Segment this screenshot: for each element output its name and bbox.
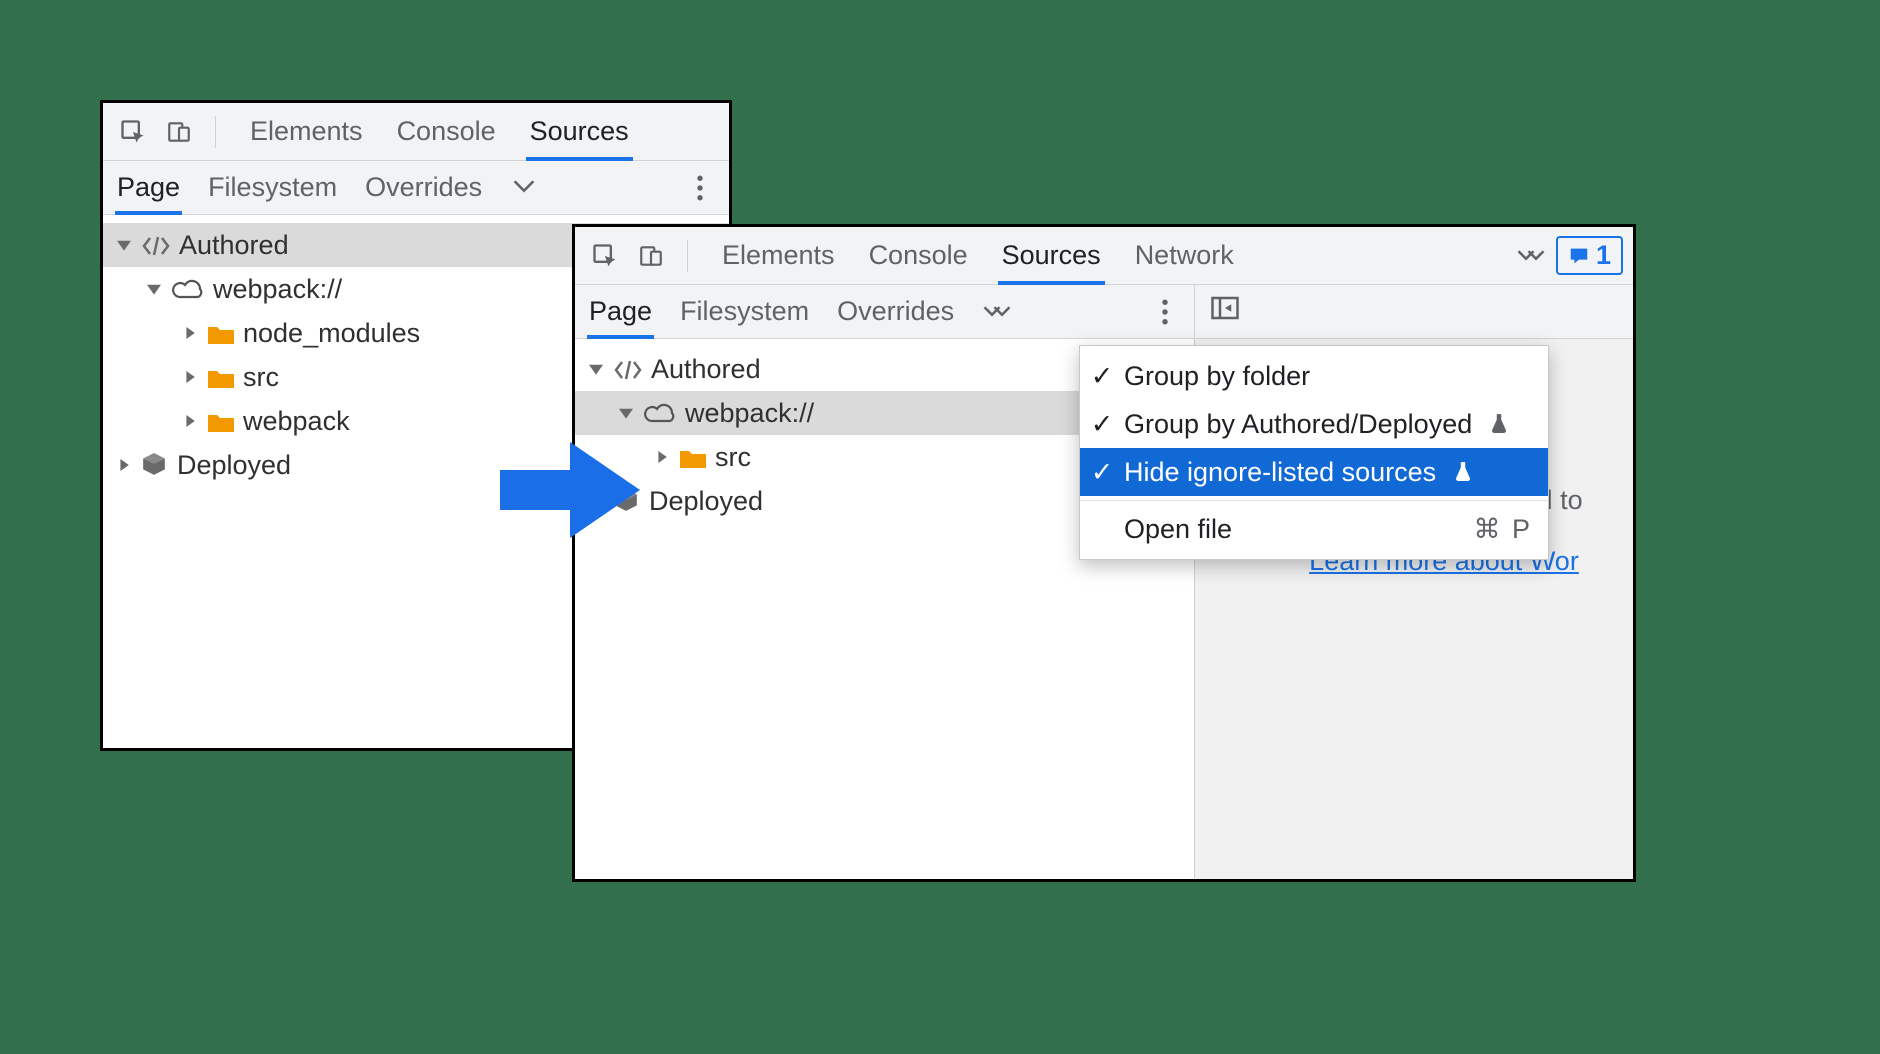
expand-right-icon [115, 458, 133, 472]
code-brackets-icon [613, 357, 643, 381]
expand-down-icon [617, 406, 635, 420]
tab-sources[interactable]: Sources [530, 103, 629, 160]
tree-label: webpack [243, 406, 350, 437]
device-toggle-icon[interactable] [631, 236, 671, 276]
menu-separator [1080, 500, 1548, 501]
main-tabs: Elements Console Sources Network [704, 227, 1234, 284]
menu-label: Hide ignore-listed sources [1124, 457, 1436, 488]
folder-icon [207, 321, 235, 345]
device-toggle-icon[interactable] [159, 112, 199, 152]
more-tabs-icon[interactable] [510, 172, 546, 203]
more-tabs-icon[interactable] [982, 296, 1012, 327]
tree-label: Authored [651, 354, 761, 385]
menu-hide-ignore-listed[interactable]: ✓ Hide ignore-listed sources [1080, 448, 1548, 496]
check-icon: ✓ [1090, 361, 1114, 392]
main-tabs: Elements Console Sources [232, 103, 629, 160]
subtab-filesystem[interactable]: Filesystem [208, 161, 337, 214]
tab-sources[interactable]: Sources [1002, 227, 1101, 284]
folder-icon [207, 365, 235, 389]
code-brackets-icon [141, 233, 171, 257]
menu-label: Group by folder [1124, 361, 1310, 392]
folder-icon [679, 445, 707, 469]
menu-open-file[interactable]: Open file ⌘ P [1080, 505, 1548, 553]
expand-right-icon [181, 326, 199, 340]
menu-group-by-folder[interactable]: ✓ Group by folder [1080, 352, 1548, 400]
tree-label: webpack:// [213, 274, 342, 305]
experiment-flask-icon [1490, 409, 1508, 440]
expand-right-icon [181, 414, 199, 428]
sources-subtabs: Page Filesystem Overrides [575, 285, 1194, 339]
check-icon: ✓ [1090, 457, 1114, 488]
tab-console[interactable]: Console [869, 227, 968, 284]
transition-arrow-icon [490, 430, 650, 550]
expand-down-icon [115, 238, 133, 252]
menu-label: Open file [1124, 514, 1232, 545]
inspect-icon[interactable] [113, 112, 153, 152]
toolbar-divider [687, 240, 688, 272]
tab-elements[interactable]: Elements [722, 227, 835, 284]
cloud-icon [171, 277, 205, 301]
issues-badge[interactable]: 1 [1556, 236, 1623, 275]
inspect-icon[interactable] [585, 236, 625, 276]
toolbar-divider [215, 116, 216, 148]
expand-down-icon [145, 282, 163, 296]
more-tabs-icon[interactable] [1516, 240, 1546, 271]
top-toolbar: Elements Console Sources Network 1 [575, 227, 1633, 285]
tab-elements[interactable]: Elements [250, 103, 363, 160]
expand-right-icon [653, 450, 671, 464]
kebab-menu-icon[interactable] [685, 173, 715, 203]
subtab-page[interactable]: Page [117, 161, 180, 214]
issues-count: 1 [1596, 240, 1611, 271]
tree-label: src [243, 362, 279, 393]
subtab-overrides[interactable]: Overrides [837, 285, 954, 338]
experiment-flask-icon [1454, 457, 1472, 488]
tree-label: Authored [179, 230, 289, 261]
deployed-cube-icon [141, 451, 169, 479]
top-toolbar: Elements Console Sources [103, 103, 729, 161]
subtab-overrides[interactable]: Overrides [365, 161, 482, 214]
subtab-page[interactable]: Page [589, 285, 652, 338]
tab-network[interactable]: Network [1135, 227, 1234, 284]
sources-subtabs: Page Filesystem Overrides [103, 161, 729, 215]
menu-label: Group by Authored/Deployed [1124, 409, 1472, 440]
tree-label: node_modules [243, 318, 420, 349]
sources-context-menu: ✓ Group by folder ✓ Group by Authored/De… [1079, 345, 1549, 560]
menu-group-by-authored-deployed[interactable]: ✓ Group by Authored/Deployed [1080, 400, 1548, 448]
tree-label: Deployed [649, 486, 763, 517]
expand-down-icon [587, 362, 605, 376]
folder-icon [207, 409, 235, 433]
tree-label: webpack:// [685, 398, 814, 429]
tab-console[interactable]: Console [397, 103, 496, 160]
devtools-panel-after: Elements Console Sources Network 1 Page … [572, 224, 1636, 882]
tree-label: Deployed [177, 450, 291, 481]
tree-label: src [715, 442, 751, 473]
expand-right-icon [181, 370, 199, 384]
collapse-panel-icon[interactable] [1210, 295, 1240, 328]
subtab-filesystem[interactable]: Filesystem [680, 285, 809, 338]
kebab-menu-icon[interactable] [1150, 297, 1180, 327]
check-icon: ✓ [1090, 409, 1114, 440]
menu-shortcut: ⌘ P [1473, 514, 1532, 545]
cloud-icon [643, 401, 677, 425]
